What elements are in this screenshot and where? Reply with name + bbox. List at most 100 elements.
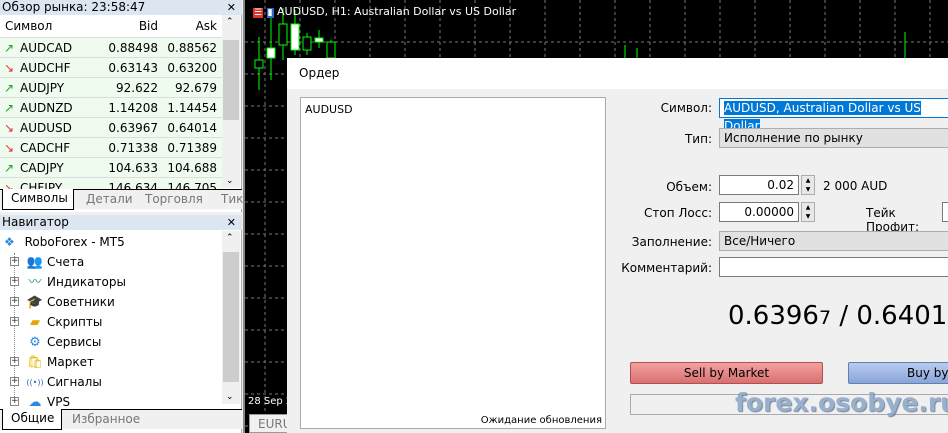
market-watch-panel: Обзор рынка: 23:58:47 ✕ Символ Bid Ask ↗ … — [0, 0, 251, 212]
row-bid: 104.633 — [108, 161, 158, 175]
navigator-item[interactable]: ⚙ Сервисы — [10, 332, 220, 352]
chart-list-icon[interactable]: ☰ — [253, 8, 264, 18]
row-ask: 0.63200 — [167, 61, 217, 75]
tab-common[interactable]: Общие — [2, 409, 62, 430]
take-profit-label: Тейк Профит: — [866, 206, 920, 234]
column-ask[interactable]: Ask — [196, 15, 217, 38]
arrow-up-icon: ↗ — [4, 161, 15, 175]
scroll-thumb[interactable] — [223, 40, 239, 120]
expand-icon[interactable]: + — [10, 397, 19, 406]
navigator-title: Навигатор ✕ — [0, 215, 242, 230]
arrow-up-icon: ↗ — [4, 81, 15, 95]
market-row[interactable]: ↗ AUDNZD 1.14208 1.14454 — [0, 98, 222, 118]
candle-body — [326, 41, 336, 59]
fill-select[interactable]: Все/Ничего — [719, 231, 948, 251]
navigator-tabs: Общие Избранное — [0, 409, 242, 430]
column-bid[interactable]: Bid — [139, 15, 158, 38]
close-icon[interactable]: ✕ — [227, 215, 236, 230]
tab-details[interactable]: Детали — [78, 190, 141, 209]
signals-icon: ((•)) — [26, 378, 44, 387]
tick-chart-status: Ожидание обновления — [480, 415, 602, 426]
row-ask: 92.679 — [175, 81, 217, 95]
row-ask: 0.71389 — [167, 141, 217, 155]
scroll-down-icon[interactable]: ⌄ — [226, 392, 234, 402]
market-row[interactable]: ↗ AUDCAD 0.88498 0.88562 — [0, 38, 222, 58]
market-row[interactable]: ↘ AUDUSD 0.63967 0.64014 — [0, 118, 222, 138]
navigator-item[interactable]: + ▰ Скрипты — [10, 312, 220, 332]
navigator-item[interactable]: + 〰 Индикаторы — [10, 272, 220, 292]
tab-favorites[interactable]: Избранное — [64, 410, 148, 429]
volume-stepper[interactable]: ▲ ▼ — [801, 175, 815, 195]
expand-icon[interactable]: + — [10, 377, 19, 386]
arrow-down-icon: ↘ — [4, 121, 15, 135]
column-symbol[interactable]: Символ — [5, 15, 52, 38]
type-select[interactable]: Исполнение по рынку — [719, 128, 948, 148]
stop-loss-input[interactable]: 0.00000 — [719, 202, 799, 222]
tab-trading[interactable]: Торговля — [137, 190, 211, 209]
row-symbol: AUDCAD — [20, 41, 73, 55]
expand-icon[interactable]: + — [10, 357, 19, 366]
stop-loss-label: Стоп Лосс: — [644, 206, 712, 220]
expand-icon[interactable]: + — [10, 257, 19, 266]
scroll-up-icon[interactable]: ⌃ — [226, 233, 234, 243]
stop-loss-stepper[interactable]: ▲ ▼ — [801, 202, 815, 222]
row-symbol: AUDCHF — [20, 61, 71, 75]
navigator-item[interactable]: + 👥 Счета — [10, 252, 220, 272]
navigator-item-label: Маркет — [47, 355, 94, 369]
take-profit-input[interactable] — [942, 202, 948, 222]
market-row[interactable]: ↗ CADJPY 104.633 104.688 — [0, 158, 222, 178]
navigator-root-label: RoboForex - MT5 — [24, 235, 125, 249]
volume-info: 2 000 AUD — [823, 179, 888, 193]
market-watch-title-text: Обзор рынка: 23:58:47 — [2, 0, 146, 14]
scroll-up-icon[interactable]: ⌃ — [226, 17, 234, 27]
candle-body — [266, 47, 276, 59]
scroll-down-icon[interactable]: ⌄ — [226, 176, 234, 186]
navigator-panel: Навигатор ✕ ❖ RoboForex - MT5 + 👥 Счета + 〰 … — [0, 215, 242, 433]
row-bid: 0.63967 — [108, 121, 158, 135]
navigator-item-label: Сервисы — [47, 335, 102, 349]
chart-tab-eurusd[interactable]: EURUS — [249, 414, 299, 433]
market-icon: 🛍 — [26, 355, 44, 370]
navigator-item[interactable]: + 🛍 Маркет — [10, 352, 220, 372]
market-watch-header: Символ Bid Ask — [0, 15, 222, 38]
row-symbol: AUDNZD — [20, 101, 73, 115]
volume-label: Объем: — [666, 180, 712, 194]
expand-icon[interactable]: + — [10, 277, 19, 286]
navigator-scrollbar[interactable]: ⌃ ⌄ — [222, 231, 240, 404]
services-icon: ⚙ — [29, 335, 41, 350]
close-icon[interactable]: ✕ — [227, 0, 236, 15]
comment-input[interactable] — [719, 257, 948, 277]
symbol-select[interactable]: AUDUSD, Australian Dollar vs US Dollar — [719, 98, 948, 133]
candle-body — [302, 36, 312, 51]
scroll-thumb[interactable] — [223, 252, 239, 382]
expand-icon[interactable]: + — [10, 317, 19, 326]
market-watch-tabs: Символы Детали Торговля Тики — [0, 189, 251, 210]
sell-by-market-button[interactable]: Sell by Market — [630, 362, 823, 384]
navigator-item[interactable]: + ((•)) Сигналы — [10, 372, 220, 392]
volume-input[interactable]: 0.02 — [719, 175, 799, 195]
navigator-item[interactable]: + 🎓 Советники — [10, 292, 220, 312]
navigator-item-label: Индикаторы — [47, 275, 126, 289]
tab-symbols[interactable]: Символы — [2, 189, 74, 210]
row-symbol: AUDUSD — [20, 121, 72, 135]
row-symbol: CADJPY — [20, 161, 64, 175]
navigator-root[interactable]: ❖ RoboForex - MT5 — [4, 232, 125, 252]
navigator-item-label: Сигналы — [47, 375, 102, 389]
arrow-up-icon: ↗ — [4, 101, 15, 115]
row-ask: 104.688 — [167, 161, 217, 175]
type-label: Тип: — [684, 132, 712, 146]
market-row[interactable]: ↘ AUDCHF 0.63143 0.63200 — [0, 58, 222, 78]
market-row[interactable]: ↘ CADCHF 0.71338 0.71389 — [0, 138, 222, 158]
row-symbol: CADCHF — [20, 141, 71, 155]
row-bid: 92.622 — [116, 81, 158, 95]
buy-by-market-button[interactable]: Buy by M — [848, 362, 948, 384]
market-watch-scrollbar[interactable]: ⌃ ⌄ — [222, 15, 240, 188]
market-row[interactable]: ↗ AUDJPY 92.622 92.679 — [0, 78, 222, 98]
tick-chart-symbol: AUDUSD — [305, 103, 353, 116]
navigator-title-text: Навигатор — [2, 215, 69, 229]
price-display: 0.63967 / 0.64014 — [728, 301, 948, 331]
row-bid: 0.88498 — [108, 41, 158, 55]
candle-body — [278, 23, 288, 46]
expand-icon[interactable]: + — [10, 297, 19, 306]
chart-type-icon[interactable]: ▮ — [266, 8, 274, 18]
